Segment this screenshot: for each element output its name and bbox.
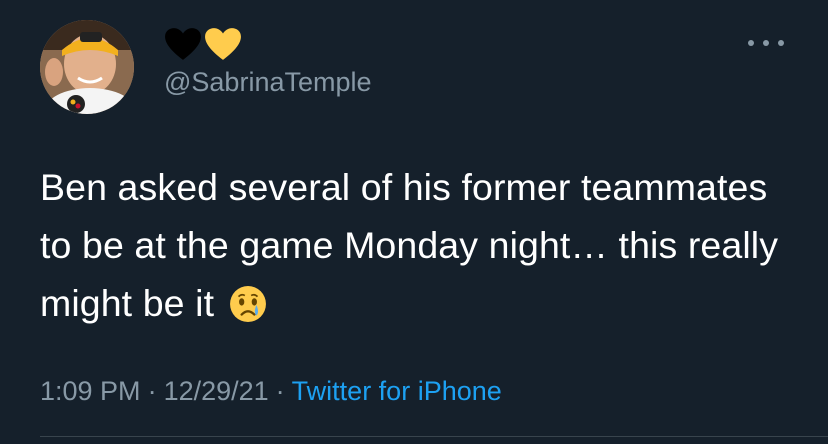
avatar[interactable] — [40, 20, 134, 114]
tweet-body: Ben asked several of his former teammate… — [40, 166, 779, 324]
tweet-card: @SabrinaTemple Ben asked several of his … — [0, 0, 828, 444]
tweet-text: Ben asked several of his former teammate… — [40, 158, 800, 332]
tweet-meta: 1:09 PM · 12/29/21 · Twitter for iPhone — [40, 372, 502, 410]
display-name[interactable] — [164, 24, 242, 64]
tweet-source-link[interactable]: Twitter for iPhone — [292, 376, 502, 406]
tweet-time[interactable]: 1:09 PM — [40, 376, 141, 406]
divider — [40, 436, 828, 437]
meta-separator: · — [275, 376, 285, 406]
yellow-heart-icon — [205, 28, 241, 60]
crying-face-icon — [229, 286, 266, 322]
black-heart-icon — [165, 28, 201, 60]
user-handle[interactable]: @SabrinaTemple — [164, 64, 372, 100]
more-options-icon[interactable] — [748, 36, 784, 50]
meta-separator: · — [147, 376, 157, 406]
tweet-date[interactable]: 12/29/21 — [164, 376, 269, 406]
